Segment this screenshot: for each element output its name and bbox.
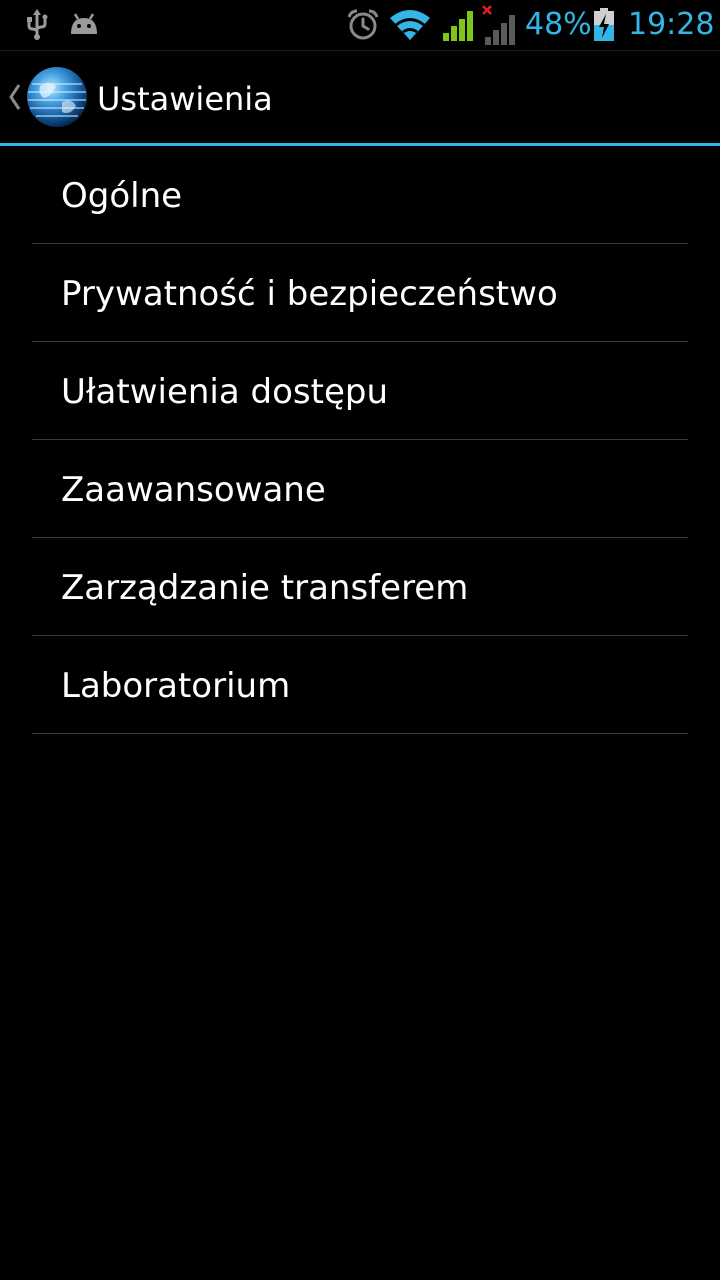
home-up-button[interactable]: [0, 51, 90, 143]
signal-no-data-icon: [480, 0, 518, 50]
android-icon: [66, 0, 102, 50]
settings-item-label: Zarządzanie transferem: [61, 568, 469, 608]
settings-item-advanced[interactable]: Zaawansowane: [0, 440, 720, 537]
settings-item-label: Zaawansowane: [61, 470, 326, 510]
settings-item-label: Laboratorium: [61, 666, 291, 706]
battery-percent: 48%: [525, 7, 592, 42]
settings-item-transfer-management[interactable]: Zarządzanie transferem: [0, 538, 720, 635]
list-divider: [32, 733, 688, 734]
settings-item-label: Ogólne: [61, 176, 183, 216]
alarm-icon: [344, 0, 382, 50]
battery-charging-icon: [591, 0, 617, 50]
settings-list: Ogólne Prywatność i bezpieczeństwo Ułatw…: [0, 146, 720, 734]
settings-item-accessibility[interactable]: Ułatwienia dostępu: [0, 342, 720, 439]
settings-item-laboratory[interactable]: Laboratorium: [0, 636, 720, 733]
settings-item-general[interactable]: Ogólne: [0, 146, 720, 243]
settings-item-label: Ułatwienia dostępu: [61, 372, 389, 412]
status-clock: 19:28: [628, 7, 715, 42]
status-bar: 48% 19:28: [0, 0, 720, 51]
action-bar-title: Ustawienia: [97, 80, 273, 118]
wifi-icon: [388, 0, 432, 50]
settings-item-label: Prywatność i bezpieczeństwo: [61, 274, 558, 314]
signal-icon: [440, 0, 476, 50]
usb-icon: [22, 0, 52, 50]
up-caret-icon: [6, 75, 22, 119]
action-bar: Ustawienia: [0, 51, 720, 143]
globe-app-icon: [26, 66, 88, 128]
settings-item-privacy-security[interactable]: Prywatność i bezpieczeństwo: [0, 244, 720, 341]
